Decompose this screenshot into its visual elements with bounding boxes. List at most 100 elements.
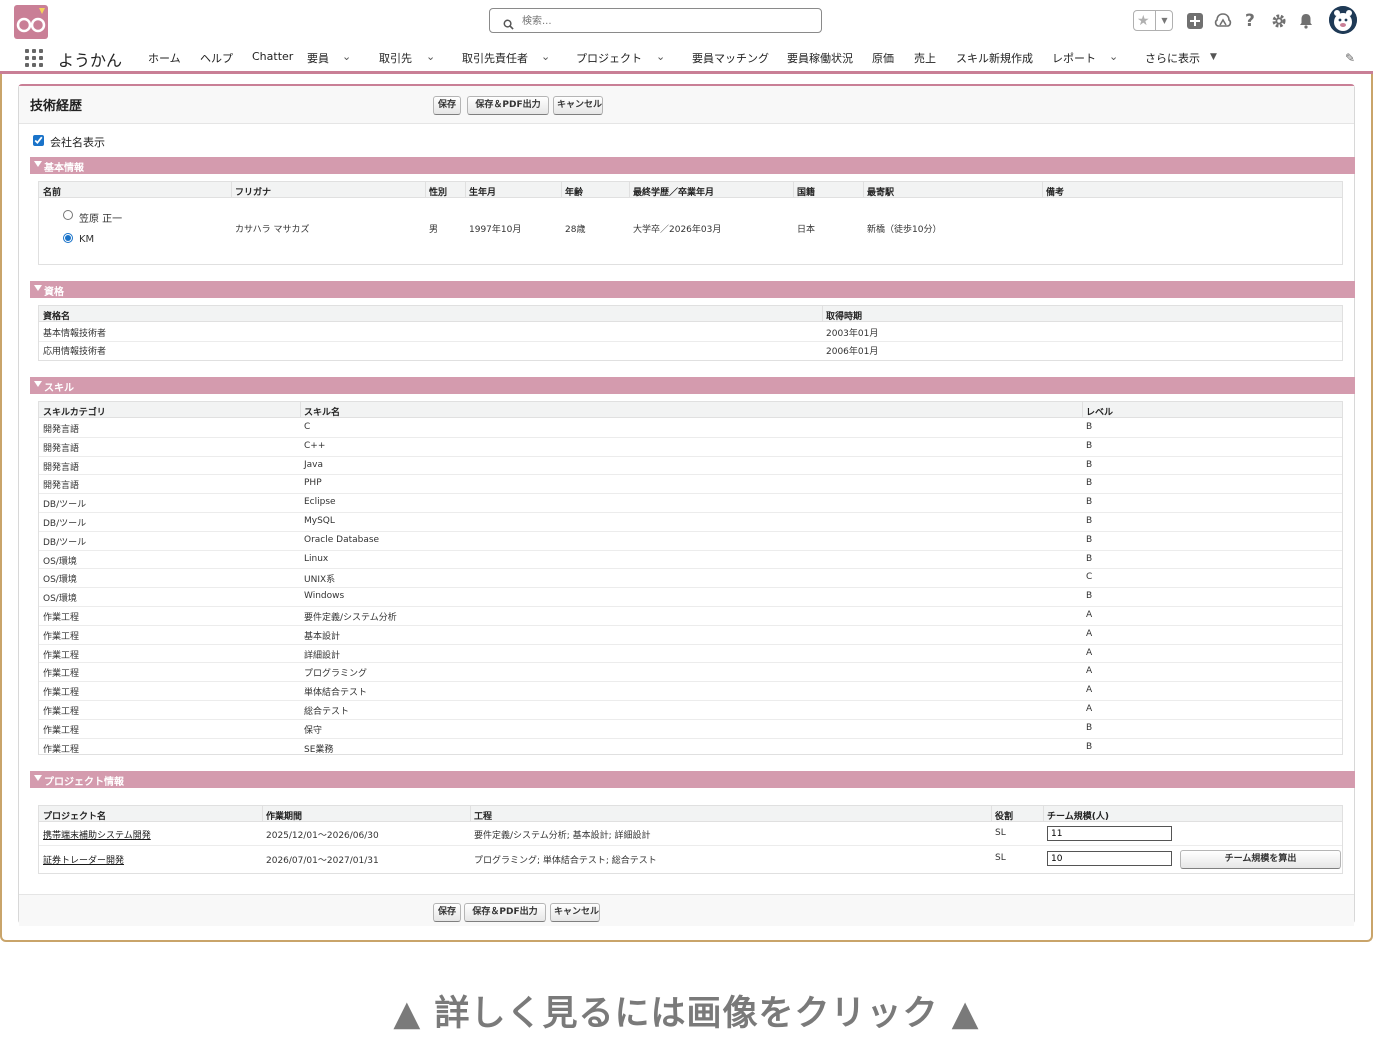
help-icon[interactable]: ?	[1245, 12, 1263, 30]
skill-level: B	[1086, 553, 1093, 564]
name-option-radio[interactable]	[63, 210, 73, 220]
notification-bell-icon[interactable]	[1297, 12, 1315, 30]
favorites-dropdown-icon[interactable]: ▼	[1155, 11, 1173, 30]
table-header-row	[39, 306, 1342, 322]
save-pdf-button[interactable]: 保存＆PDF出力	[467, 96, 549, 115]
skill-category: DB/ツール	[43, 537, 87, 548]
project-name-link[interactable]: 携帯端末補助システム開発	[43, 828, 151, 841]
project-period: 2026/07/01～2027/01/31	[266, 856, 379, 866]
projects-table: プロジェクト名 作業期間 工程 役割 チーム規模(人) 携帯端末補助システム開発…	[38, 805, 1343, 874]
collapse-triangle-icon[interactable]	[34, 775, 42, 781]
skill-level: B	[1086, 591, 1093, 602]
section-header-basic[interactable]: 基本情報	[30, 157, 1355, 174]
skill-level: A	[1086, 628, 1093, 639]
skill-category: 開発言語	[43, 443, 80, 454]
row-divider	[39, 587, 1342, 589]
skill-category: 作業工程	[43, 744, 80, 755]
nav-item-staff[interactable]: 要員	[307, 50, 329, 66]
save-button[interactable]: 保存	[433, 96, 461, 115]
chevron-down-icon[interactable]: ⌄	[342, 50, 351, 63]
qualification-date: 2003年01月	[826, 329, 879, 339]
skill-category: OS/環境	[43, 594, 77, 605]
setup-gear-icon[interactable]	[1270, 12, 1288, 30]
section-header-qualifications[interactable]: 資格	[30, 281, 1355, 298]
chevron-down-icon[interactable]: ⌄	[1109, 50, 1118, 63]
team-size-input[interactable]	[1047, 851, 1172, 866]
skill-level: A	[1086, 647, 1093, 658]
search-input[interactable]	[522, 12, 812, 30]
app-logo[interactable]	[14, 5, 48, 39]
nav-item-accounts[interactable]: 取引先	[379, 50, 412, 66]
favorites-button[interactable]: ★ ▼	[1133, 10, 1173, 31]
nav-item-matching[interactable]: 要員マッチング	[692, 50, 769, 66]
column-header: 作業期間	[266, 812, 303, 822]
row-divider	[39, 436, 1342, 438]
row-divider	[39, 737, 1342, 739]
nav-item-help[interactable]: ヘルプ	[200, 50, 233, 66]
collapse-triangle-icon[interactable]	[34, 285, 42, 291]
save-pdf-button[interactable]: 保存＆PDF出力	[464, 903, 546, 922]
skill-category: 作業工程	[43, 650, 80, 661]
skill-category: 開発言語	[43, 425, 80, 435]
nav-item-contacts[interactable]: 取引先責任者	[462, 50, 528, 66]
save-button[interactable]: 保存	[433, 903, 461, 922]
cancel-button[interactable]: キャンセル	[550, 903, 600, 922]
global-search[interactable]	[489, 8, 822, 33]
trailhead-icon[interactable]	[1214, 12, 1232, 30]
column-header: 役割	[995, 812, 1014, 822]
click-to-enlarge-caption[interactable]: ▲ 詳しく見るには画像をクリック ▲	[0, 985, 1373, 1036]
cancel-button[interactable]: キャンセル	[553, 96, 603, 115]
show-company-checkbox[interactable]	[33, 135, 44, 146]
nationality-value: 日本	[797, 225, 816, 235]
chevron-down-icon[interactable]: ⌄	[656, 50, 665, 63]
row-divider	[39, 606, 1342, 607]
name-option-radio[interactable]	[63, 233, 73, 243]
show-company-label: 会社名表示	[50, 136, 105, 149]
app-launcher-icon[interactable]	[25, 49, 43, 67]
qualification-date: 2006年01月	[826, 347, 879, 357]
skill-category: OS/環境	[43, 556, 77, 567]
skill-name: C	[304, 422, 311, 432]
column-header: プロジェクト名	[43, 812, 107, 822]
calc-team-size-button[interactable]: チーム規模を算出	[1180, 850, 1341, 869]
section-header-skills[interactable]: スキル	[30, 377, 1355, 394]
nav-item-utilization[interactable]: 要員稼働状況	[787, 50, 853, 66]
nav-item-projects[interactable]: プロジェクト	[576, 50, 642, 66]
nav-item-sales[interactable]: 売上	[914, 50, 936, 66]
page-title: 技術経歴	[30, 99, 83, 114]
project-name-link[interactable]: 証券トレーダー開発	[43, 853, 124, 866]
section-title: プロジェクト情報	[44, 777, 124, 788]
column-header: 工程	[474, 812, 493, 822]
station-value: 新橋（徒歩10分）	[867, 225, 942, 235]
search-icon	[503, 15, 514, 34]
nav-item-chatter[interactable]: Chatter	[252, 50, 293, 63]
skill-category: 作業工程	[43, 631, 80, 642]
nav-item-reports[interactable]: レポート	[1052, 50, 1096, 66]
chevron-down-icon[interactable]: ⌄	[541, 50, 550, 63]
chevron-down-icon[interactable]: ⌄	[426, 50, 435, 63]
collapse-triangle-icon[interactable]	[34, 381, 42, 387]
skill-level: B	[1086, 722, 1093, 733]
edit-nav-pencil-icon[interactable]: ✎	[1345, 51, 1355, 65]
column-header: 取得時期	[826, 312, 863, 322]
nav-item-home[interactable]: ホーム	[148, 50, 181, 66]
skill-name: Oracle Database	[304, 534, 380, 545]
collapse-triangle-icon[interactable]	[34, 161, 42, 167]
row-divider	[39, 455, 1342, 457]
nav-item-new-skill[interactable]: スキル新規作成	[956, 50, 1033, 66]
favorites-star-icon[interactable]: ★	[1137, 12, 1150, 30]
column-header: 生年月	[469, 188, 497, 198]
nav-item-more[interactable]: さらに表示	[1145, 50, 1200, 66]
nav-item-cost[interactable]: 原価	[872, 50, 894, 66]
row-divider	[39, 474, 1342, 476]
global-add-icon[interactable]	[1186, 12, 1204, 30]
user-avatar-icon[interactable]	[1329, 6, 1357, 34]
app-root: ★ ▼ ? ようかん ホーム ヘルプ Chatter 要員 ⌄	[0, 0, 1373, 1056]
team-size-input[interactable]	[1047, 826, 1172, 841]
qualifications-table: 資格名 取得時期 基本情報技術者 2003年01月 応用情報技術者 2006年0…	[38, 305, 1343, 361]
section-header-projects[interactable]: プロジェクト情報	[30, 771, 1355, 788]
skill-name: Eclipse	[304, 497, 336, 508]
caret-down-icon[interactable]: ▼	[1210, 52, 1217, 62]
row-divider	[39, 493, 1342, 495]
app-name: ようかん	[58, 51, 123, 70]
